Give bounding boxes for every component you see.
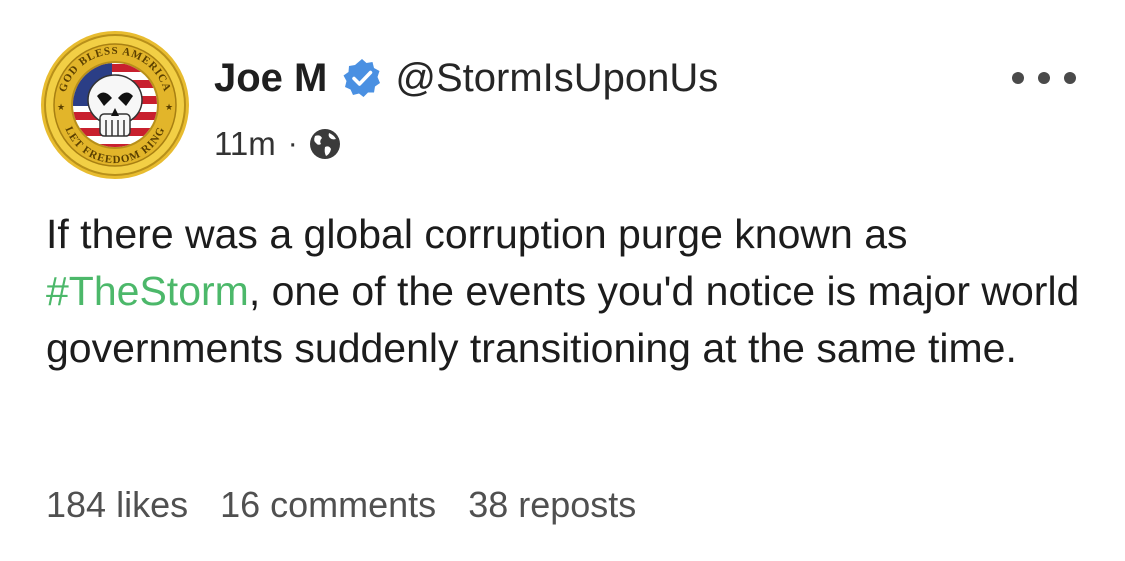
- svg-text:★: ★: [57, 102, 65, 112]
- post-text-start: If there was a global corruption purge k…: [46, 211, 908, 257]
- meta-separator: ·: [287, 127, 298, 160]
- timestamp[interactable]: 11m: [214, 125, 276, 163]
- more-dot: [1012, 72, 1024, 84]
- hashtag-link[interactable]: #TheStorm: [46, 268, 249, 314]
- comments-count[interactable]: 16 comments: [220, 484, 436, 526]
- author-handle[interactable]: @StormIsUponUs: [395, 56, 718, 101]
- globe-icon: [308, 127, 342, 161]
- more-dot: [1064, 72, 1076, 84]
- more-dot: [1038, 72, 1050, 84]
- likes-count[interactable]: 184 likes: [46, 484, 188, 526]
- author-row: Joe M @StormIsUponUs: [214, 50, 718, 106]
- verified-badge-icon: [341, 57, 383, 99]
- post-body: If there was a global corruption purge k…: [46, 206, 1086, 377]
- more-options-icon[interactable]: [1012, 58, 1076, 98]
- avatar[interactable]: GOD BLESS AMERICA LET FREEDOM RING ★ ★: [40, 30, 190, 180]
- skull-flag-seal-icon: GOD BLESS AMERICA LET FREEDOM RING ★ ★: [41, 31, 189, 179]
- post-card: GOD BLESS AMERICA LET FREEDOM RING ★ ★ J…: [0, 0, 1125, 561]
- post-meta: 11m ·: [214, 122, 342, 166]
- reposts-count[interactable]: 38 reposts: [468, 484, 636, 526]
- svg-text:★: ★: [165, 102, 173, 112]
- author-name[interactable]: Joe M: [214, 56, 327, 101]
- engagement-stats: 184 likes 16 comments 38 reposts: [46, 480, 668, 530]
